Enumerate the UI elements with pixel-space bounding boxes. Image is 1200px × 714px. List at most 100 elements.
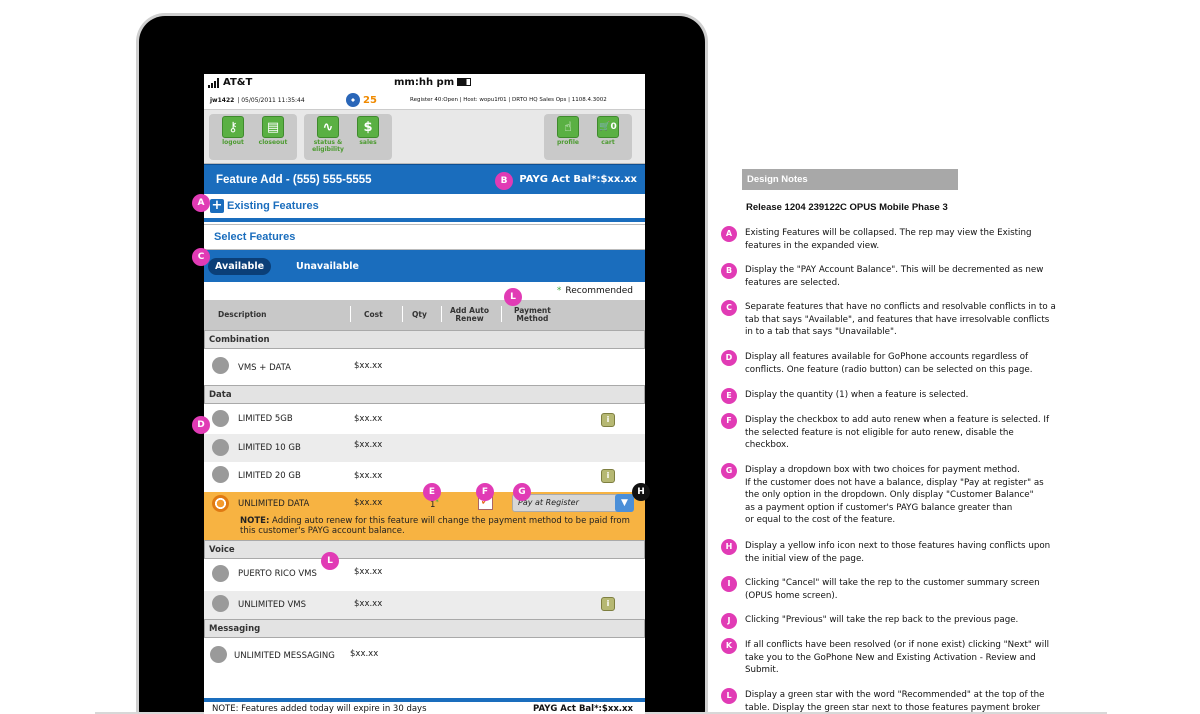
group-combination: Combination bbox=[204, 330, 645, 349]
status-bar: AT&T mm:hh pm bbox=[204, 74, 645, 91]
callout-marker-l-note: L bbox=[321, 552, 339, 570]
callout-marker-l: L bbox=[504, 288, 522, 306]
clock-text: mm:hh pm bbox=[394, 77, 455, 88]
radio-button[interactable] bbox=[210, 646, 227, 663]
table-header: Description Cost Qty Add Auto Renew Paym… bbox=[204, 300, 645, 330]
nav-toolbar: ⚷ logout ▤ closeout ∿ status & eligibility … bbox=[204, 110, 645, 164]
col-separator bbox=[501, 306, 502, 322]
note-text: Display the quantity (1) when a feature … bbox=[745, 390, 969, 400]
battery-icon bbox=[457, 78, 472, 86]
status-eligibility-button[interactable]: ∿ status & eligibility bbox=[310, 116, 346, 158]
radio-button[interactable] bbox=[212, 357, 229, 374]
key-icon: ⚷ bbox=[222, 116, 244, 138]
sales-button[interactable]: $ sales bbox=[350, 116, 386, 158]
feature-cost: $xx.xx bbox=[354, 414, 383, 424]
selected-table-row[interactable]: UNLIMITED DATA $xx.xx 1* ✓ Pay at Regist… bbox=[204, 492, 645, 540]
col-separator bbox=[441, 306, 442, 322]
cart-button[interactable]: 🛒0 cart bbox=[590, 116, 626, 158]
footer-note: NOTE: Features added today will expire i… bbox=[212, 704, 427, 714]
profile-button[interactable]: ☝ profile bbox=[550, 116, 586, 158]
info-icon[interactable]: i bbox=[601, 597, 615, 611]
group-voice: Voice bbox=[204, 540, 645, 559]
hand-icon: ☝ bbox=[557, 116, 579, 138]
note-badge: G bbox=[721, 463, 737, 479]
note-text: Clicking "Previous" will take the rep ba… bbox=[745, 615, 1019, 625]
payg-balance: PAYG Act Bal*:$xx.xx bbox=[519, 174, 637, 185]
note-badge: F bbox=[721, 413, 737, 429]
status-eligibility-label: status & eligibility bbox=[312, 139, 344, 153]
info-icon[interactable]: i bbox=[601, 469, 615, 483]
table-row[interactable]: PUERTO RICO VMS $xx.xx bbox=[204, 559, 645, 591]
col-description: Description bbox=[218, 309, 267, 319]
footer-divider bbox=[204, 698, 645, 702]
note-text: If all conflicts have been resolved (or … bbox=[745, 640, 1050, 675]
note-badge: C bbox=[721, 300, 737, 316]
logout-button[interactable]: ⚷ logout bbox=[215, 116, 251, 158]
feature-description: UNLIMITED DATA bbox=[238, 499, 310, 509]
nav-group-middle: ∿ status & eligibility $ sales bbox=[304, 114, 392, 160]
feature-description: PUERTO RICO VMS bbox=[238, 569, 317, 579]
dollar-icon: $ bbox=[357, 116, 379, 138]
sales-label: sales bbox=[359, 139, 377, 146]
alert-count: 25 bbox=[363, 94, 377, 106]
callout-marker-d: D bbox=[192, 416, 210, 434]
feature-cost: $xx.xx bbox=[350, 649, 379, 659]
col-auto-renew: Add Auto Renew bbox=[450, 305, 490, 323]
note-text: Display a yellow info icon next to those… bbox=[745, 541, 1051, 564]
callout-marker-b: B bbox=[495, 172, 513, 190]
footer-bar: NOTE: Features added today will expire i… bbox=[204, 704, 645, 714]
feature-description: LIMITED 20 GB bbox=[238, 471, 301, 481]
recommended-label: * Recommended bbox=[557, 286, 633, 296]
radio-button[interactable] bbox=[212, 466, 229, 483]
feature-cost: $xx.xx bbox=[354, 361, 383, 371]
closeout-button[interactable]: ▤ closeout bbox=[255, 116, 291, 158]
payment-method-dropdown[interactable]: Pay at Register ▼ bbox=[512, 494, 634, 512]
recommended-legend: * Recommended bbox=[204, 282, 645, 300]
note-badge: B bbox=[721, 263, 737, 279]
register-info: Register 40:Open | Host: wopu1f01 | DRTO… bbox=[410, 97, 607, 103]
note-badge: A bbox=[721, 226, 737, 242]
group-data: Data bbox=[204, 385, 645, 404]
radio-button[interactable] bbox=[212, 410, 229, 427]
table-row[interactable]: LIMITED 5GB $xx.xx i bbox=[204, 404, 645, 434]
select-features-heading: Select Features bbox=[204, 224, 645, 250]
col-separator bbox=[402, 306, 403, 322]
user-id: jw1422 bbox=[210, 96, 235, 104]
pulse-icon: ∿ bbox=[317, 116, 339, 138]
col-cost: Cost bbox=[364, 309, 383, 319]
note-text: Display a dropdown box with two choices … bbox=[745, 465, 1044, 525]
info-icon[interactable]: i bbox=[601, 413, 615, 427]
table-row[interactable]: VMS + DATA $xx.xx bbox=[204, 349, 645, 385]
table-row[interactable]: LIMITED 10 GB $xx.xx bbox=[204, 434, 645, 462]
alerts-indicator[interactable]: 25 bbox=[346, 93, 377, 107]
page-title: Feature Add - (555) 555-5555 bbox=[216, 173, 372, 186]
note-text: Clicking "Cancel" will take the rep to t… bbox=[745, 578, 1040, 601]
feature-description: LIMITED 5GB bbox=[238, 414, 293, 424]
signal-icon bbox=[208, 77, 219, 88]
tab-unavailable[interactable]: Unavailable bbox=[289, 258, 366, 275]
note-badge: I bbox=[721, 576, 737, 592]
callout-marker-h: H bbox=[632, 483, 650, 501]
chevron-down-icon[interactable]: ▼ bbox=[615, 494, 634, 512]
closeout-label: closeout bbox=[258, 139, 288, 146]
tab-available[interactable]: Available bbox=[208, 257, 272, 275]
callout-marker-a: A bbox=[192, 194, 210, 212]
radio-button[interactable] bbox=[212, 439, 229, 456]
note-text: Display all features available for GoPho… bbox=[745, 352, 1033, 375]
green-star-icon: * bbox=[556, 286, 562, 296]
tablet-screen: AT&T mm:hh pm jw1422 | 05/05/2011 11:35:… bbox=[204, 74, 645, 714]
col-payment-method: Payment Method bbox=[514, 305, 551, 323]
existing-features-toggle[interactable]: + Existing Features bbox=[204, 194, 645, 222]
radio-button[interactable] bbox=[212, 595, 229, 612]
existing-features-label: Existing Features bbox=[227, 200, 319, 212]
recommended-text: Recommended bbox=[565, 286, 633, 296]
note-badge: H bbox=[721, 539, 737, 555]
radio-button-selected[interactable] bbox=[212, 495, 229, 512]
table-row[interactable]: UNLIMITED VMS $xx.xx i bbox=[204, 591, 645, 619]
callout-marker-e: E bbox=[423, 483, 441, 501]
table-row[interactable]: UNLIMITED MESSAGING $xx.xx bbox=[204, 638, 645, 672]
note-badge: D bbox=[721, 350, 737, 366]
group-messaging: Messaging bbox=[204, 619, 645, 638]
radio-button[interactable] bbox=[212, 565, 229, 582]
callout-marker-f: F bbox=[476, 483, 494, 501]
